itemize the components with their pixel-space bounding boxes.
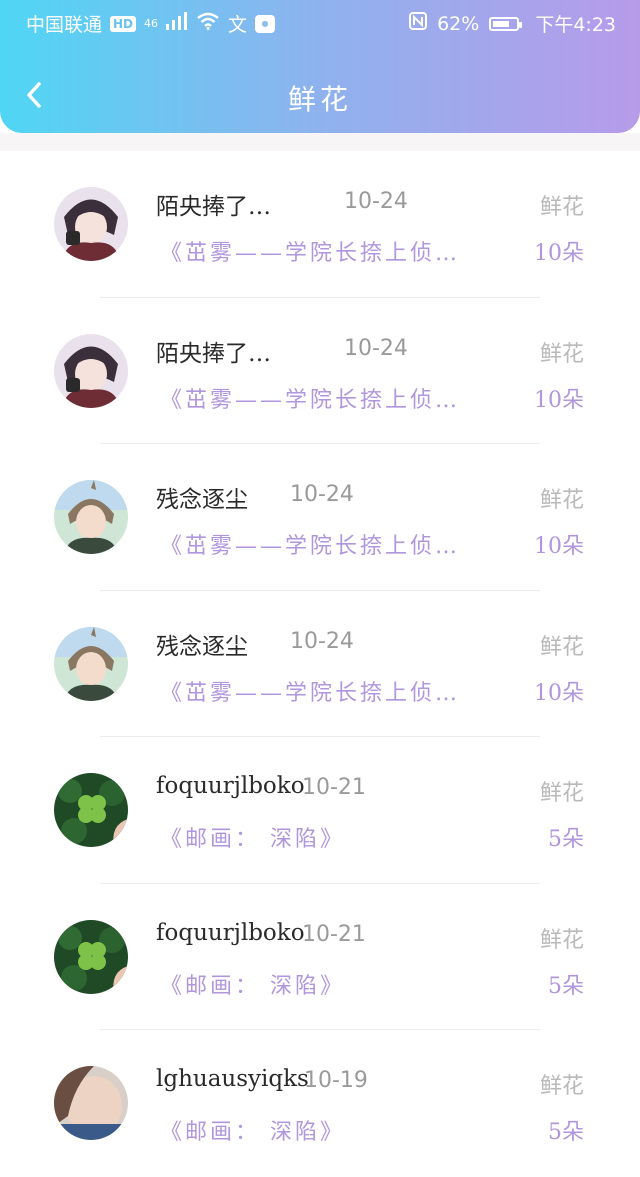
wifi-icon xyxy=(196,12,220,35)
gift-amount: 10朵 xyxy=(534,387,584,413)
record-date: 10-24 xyxy=(344,335,408,361)
sender-name: 残念逐尘 xyxy=(156,487,248,513)
flower-record-list: 陌央捧了… 10-24 鲜花 《茁雾——学院长捺上侦… 10朵 陌央捧了… 10… xyxy=(0,151,640,1177)
sender-name: 陌央捧了… xyxy=(156,340,271,367)
sender-name: lghuausyiqks xyxy=(156,1066,309,1092)
gift-amount: 10朵 xyxy=(534,534,584,559)
gift-type: 鲜花 xyxy=(539,781,584,806)
clock: 下午4:23 xyxy=(535,14,616,36)
list-item[interactable]: 残念逐尘 10-24 鲜花 《茁雾——学院长捺上侦… 10朵 xyxy=(0,591,640,737)
battery-percent: 62% xyxy=(437,12,480,35)
avatar xyxy=(54,1066,128,1140)
gift-type: 鲜花 xyxy=(539,488,584,513)
avatar xyxy=(54,919,128,994)
record-date: 10-21 xyxy=(302,775,366,800)
book-title[interactable]: 《茁雾——学院长捺上侦… xyxy=(160,382,460,414)
list-item[interactable]: 陌央捧了… 10-24 鲜花 《茁雾——学院长捺上侦… 10朵 xyxy=(0,298,640,444)
gift-amount: 5朵 xyxy=(548,1120,584,1145)
book-title[interactable]: 《邮画： 深陷》 xyxy=(160,1114,345,1146)
book-title[interactable]: 《邮画： 深陷》 xyxy=(160,968,345,1000)
input-method-icon: 文 xyxy=(228,14,248,36)
avatar xyxy=(54,626,128,701)
record-date: 10-21 xyxy=(302,921,366,947)
book-title[interactable]: 《茁雾——学院长捺上侦… xyxy=(160,235,460,267)
sender-name: foquurjlboko xyxy=(156,919,305,946)
book-title[interactable]: 《茁雾——学院长捺上侦… xyxy=(160,528,460,560)
gift-type: 鲜花 xyxy=(539,341,584,367)
record-date: 10-19 xyxy=(304,1068,368,1093)
app-notification-icon: ● xyxy=(255,14,276,33)
list-item[interactable]: foquurjlboko 10-21 鲜花 《邮画： 深陷》 5朵 xyxy=(0,884,640,1030)
gift-type: 鲜花 xyxy=(539,927,584,953)
app-header: 中国联通 HD 46 文 ● 62% 下午4:23 鲜花 xyxy=(0,0,640,133)
avatar xyxy=(54,480,128,554)
signal-icon xyxy=(166,12,188,35)
avatar xyxy=(54,773,128,847)
list-item[interactable]: 残念逐尘 10-24 鲜花 《茁雾——学院长捺上侦… 10朵 xyxy=(0,444,640,591)
gift-amount: 10朵 xyxy=(534,241,584,266)
book-title[interactable]: 《茁雾——学院长捺上侦… xyxy=(160,675,460,707)
hd-badge: HD xyxy=(110,15,137,32)
book-title[interactable]: 《邮画： 深陷》 xyxy=(160,821,345,853)
battery-icon xyxy=(489,16,523,31)
nfc-icon xyxy=(409,12,428,35)
list-item[interactable]: 陌央捧了… 10-24 鲜花 《茁雾——学院长捺上侦… 10朵 xyxy=(0,151,640,298)
header-spacer xyxy=(0,133,640,151)
list-item[interactable]: lghuausyiqks 10-19 鲜花 《邮画： 深陷》 5朵 xyxy=(0,1030,640,1177)
sender-name: foquurjlboko xyxy=(156,773,305,799)
gift-type: 鲜花 xyxy=(539,1074,584,1099)
avatar xyxy=(54,333,128,408)
gift-type: 鲜花 xyxy=(539,634,584,660)
record-date: 10-24 xyxy=(344,189,408,214)
sender-name: 残念逐尘 xyxy=(156,633,248,660)
status-bar: 中国联通 HD 46 文 ● 62% 下午4:23 xyxy=(0,0,640,44)
gift-type: 鲜花 xyxy=(539,195,584,220)
record-date: 10-24 xyxy=(290,482,354,507)
gift-amount: 5朵 xyxy=(548,827,584,852)
gift-amount: 10朵 xyxy=(534,680,584,706)
carrier-label: 中国联通 xyxy=(26,14,103,36)
page-title: 鲜花 xyxy=(287,83,352,116)
list-item[interactable]: foquurjlboko 10-21 鲜花 《邮画： 深陷》 5朵 xyxy=(0,737,640,884)
record-date: 10-24 xyxy=(290,628,354,654)
network-type: 46 xyxy=(144,17,159,30)
gift-amount: 5朵 xyxy=(548,973,584,999)
avatar xyxy=(54,187,128,261)
sender-name: 陌央捧了… xyxy=(156,194,271,220)
